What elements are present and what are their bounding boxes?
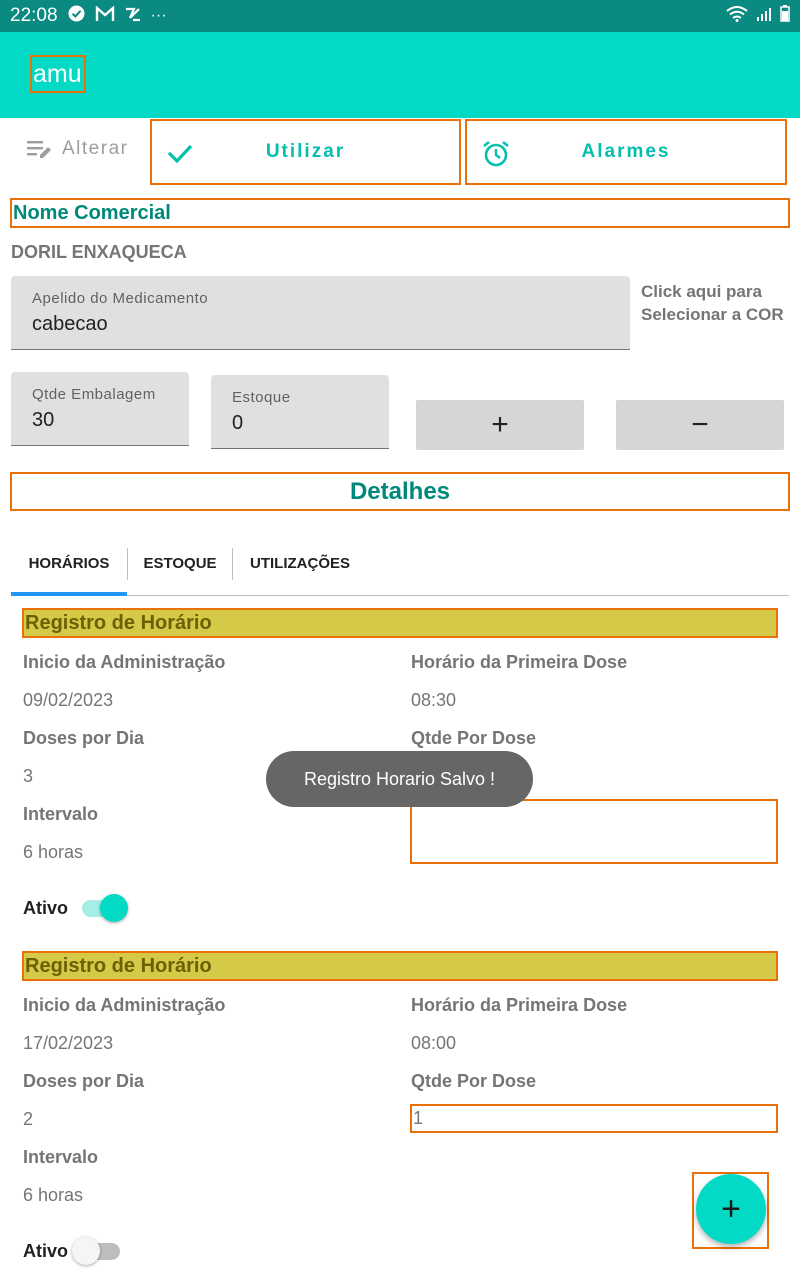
estoque-value: 0 [232, 412, 244, 434]
qtde-dose-input[interactable] [410, 799, 778, 864]
estoque-field[interactable]: Estoque 0 [211, 375, 389, 449]
decrease-stock-button[interactable]: − [616, 400, 784, 450]
product-name: DORIL ENXAQUECA [11, 242, 187, 262]
selecionar-cor-link[interactable]: Click aqui para Selecionar a COR [641, 280, 784, 326]
doses-dia-label: Doses por Dia [23, 1071, 145, 1091]
wifi-icon [726, 5, 748, 27]
status-time: 22:08 [10, 5, 58, 26]
ativo-label: Ativo [23, 898, 68, 918]
primeira-dose-value[interactable]: 08:30 [411, 690, 456, 711]
qtde-embalagem-label: Qtde Embalagem [32, 386, 156, 403]
gmail-icon [95, 4, 115, 27]
alarmes-label: Alarmes [581, 141, 671, 162]
increase-stock-button[interactable]: + [416, 400, 584, 450]
pen-icon [125, 6, 141, 27]
alarm-clock-icon [483, 140, 509, 167]
alterar-button[interactable]: Alterar [26, 138, 128, 160]
check-circle-icon [68, 5, 85, 27]
apelido-value: cabecao [32, 313, 108, 335]
qtde-dose-label: Qtde Por Dose [411, 1071, 537, 1091]
toast-message: Registro Horario Salvo ! [266, 751, 533, 807]
tab-divider [127, 548, 128, 580]
primeira-dose-label: Horário da Primeira Dose [411, 652, 628, 672]
intervalo-label: Intervalo [23, 1147, 99, 1167]
tab-indicator [11, 592, 127, 596]
tab-horarios[interactable]: HORÁRIOS [11, 540, 127, 595]
app-title: amu [30, 55, 86, 93]
qtde-dose-input[interactable]: 1 [410, 1104, 778, 1133]
app-bar: amu [0, 32, 800, 118]
qtde-dose-label: Qtde Por Dose [411, 728, 537, 748]
cor-line-1: Click aqui para [641, 282, 762, 301]
details-tabs: HORÁRIOS ESTOQUE UTILIZAÇÕES [11, 540, 789, 596]
qtde-embalagem-field[interactable]: Qtde Embalagem 30 [11, 372, 189, 446]
tab-utilizacoes[interactable]: UTILIZAÇÕES [235, 540, 365, 595]
cor-line-2: Selecionar a COR [641, 305, 784, 324]
switch-thumb [100, 894, 128, 922]
doses-dia-value[interactable]: 3 [23, 766, 33, 787]
check-icon [167, 144, 193, 164]
utilizar-button[interactable]: Utilizar [150, 119, 461, 185]
tab-divider [232, 548, 233, 580]
registro-header: Registro de Horário [22, 608, 778, 638]
signal-icon [756, 6, 772, 27]
primeira-dose-label: Horário da Primeira Dose [411, 995, 628, 1015]
apelido-field[interactable]: Apelido do Medicamento cabecao [11, 276, 630, 350]
utilizar-label: Utilizar [265, 141, 346, 162]
ativo-label: Ativo [23, 1241, 68, 1261]
inicio-value[interactable]: 09/02/2023 [23, 690, 113, 711]
apelido-label: Apelido do Medicamento [32, 290, 209, 307]
inicio-value[interactable]: 17/02/2023 [23, 1033, 113, 1054]
more-icon: ··· [150, 7, 167, 24]
intervalo-value[interactable]: 6 horas [23, 842, 83, 863]
nome-comercial-title: Nome Comercial [10, 198, 790, 228]
alterar-label: Alterar [62, 138, 129, 159]
estoque-label: Estoque [232, 389, 291, 406]
battery-icon [780, 5, 790, 27]
doses-dia-label: Doses por Dia [23, 728, 145, 748]
alarmes-button[interactable]: Alarmes [465, 119, 787, 185]
intervalo-label: Intervalo [23, 804, 99, 824]
registro-header: Registro de Horário [22, 951, 778, 981]
detalhes-title: Detalhes [10, 472, 790, 511]
intervalo-value[interactable]: 6 horas [23, 1185, 83, 1206]
doses-dia-value[interactable]: 2 [23, 1109, 33, 1130]
add-registro-fab[interactable]: + [696, 1174, 766, 1244]
qtde-embalagem-value: 30 [32, 409, 55, 431]
switch-thumb [72, 1237, 100, 1265]
tab-estoque[interactable]: ESTOQUE [129, 540, 231, 595]
status-bar: 22:08 ··· [0, 0, 800, 32]
inicio-label: Inicio da Administração [23, 652, 226, 672]
inicio-label: Inicio da Administração [23, 995, 226, 1015]
edit-list-icon [27, 141, 51, 158]
primeira-dose-value[interactable]: 08:00 [411, 1033, 456, 1054]
